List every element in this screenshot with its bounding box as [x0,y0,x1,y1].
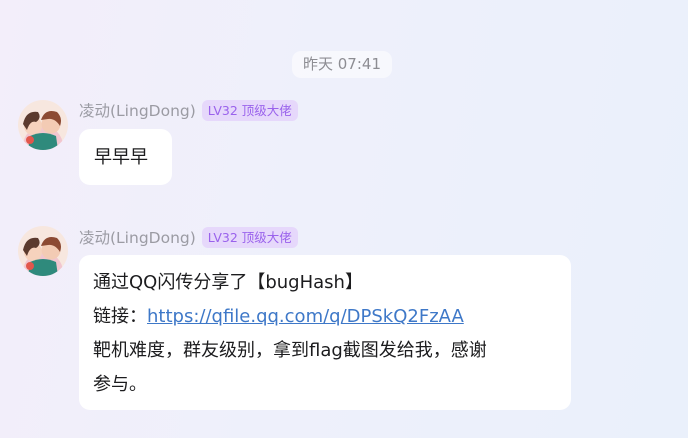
user-avatar-icon [18,226,68,276]
link-label: 链接： [93,306,147,327]
share-text: 通过QQ闪传分享了【bugHash】 [93,272,363,293]
user-avatar-icon [18,100,68,150]
level-badge: LV32 顶级大佬 [201,226,298,248]
share-link[interactable]: https://qfile.qq.com/q/DPSkQ2FzAA [147,306,464,327]
level-badge: LV32 顶级大佬 [201,99,298,121]
timestamp-divider: 昨天 07:41 [292,51,392,78]
chat-panel: 昨天 07:41 凌动(LingDong) LV32 顶级大佬 早早早 凌动(L… [0,0,688,438]
avatar[interactable] [18,100,68,150]
message-text: 靶机难度，群友级别，拿到flag截图发给我，感谢 [93,340,487,361]
sender-name[interactable]: 凌动(LingDong) [79,99,196,121]
message-text: 参与。 [93,374,147,395]
message-text: 早早早 [94,147,148,168]
message-bubble[interactable]: 通过QQ闪传分享了【bugHash】 链接：https://qfile.qq.c… [79,255,571,410]
sender-row: 凌动(LingDong) LV32 顶级大佬 [79,226,298,248]
sender-row: 凌动(LingDong) LV32 顶级大佬 [79,99,298,121]
sender-name[interactable]: 凌动(LingDong) [79,226,196,248]
avatar[interactable] [18,226,68,276]
link-line: 链接：https://qfile.qq.com/q/DPSkQ2FzAA [93,300,557,334]
message-bubble[interactable]: 早早早 [79,129,172,185]
